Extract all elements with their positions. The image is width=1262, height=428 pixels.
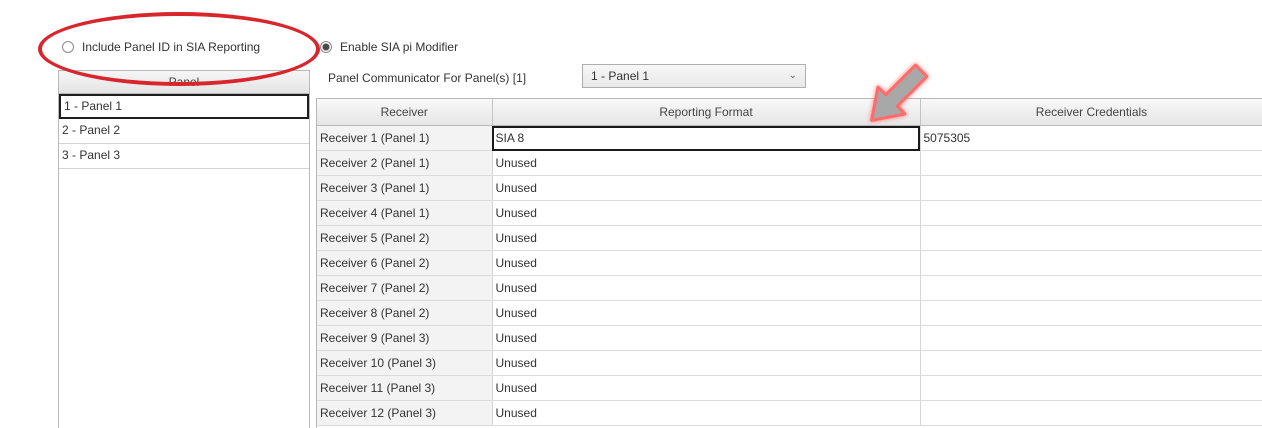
receiver-credentials-cell[interactable] (920, 200, 1262, 226)
receiver-credentials-cell[interactable] (920, 225, 1262, 251)
receiver-credentials-cell[interactable] (920, 175, 1262, 201)
reporting-format-cell[interactable]: Unused (492, 175, 921, 201)
reporting-format-cell[interactable]: Unused (492, 200, 921, 226)
receiver-cell: Receiver 2 (Panel 1) (317, 150, 493, 176)
table-row[interactable]: Receiver 7 (Panel 2) Unused (317, 275, 1262, 301)
reporting-format-cell[interactable]: Unused (492, 400, 921, 426)
enable-sia-modifier-label: Enable SIA pi Modifier (340, 40, 459, 54)
receiver-credentials-cell[interactable] (920, 350, 1262, 376)
table-row[interactable]: Receiver 6 (Panel 2) Unused (317, 250, 1262, 276)
receiver-credentials-cell[interactable] (920, 325, 1262, 351)
reporting-format-cell[interactable]: Unused (492, 250, 921, 276)
receiver-cell: Receiver 1 (Panel 1) (317, 125, 493, 151)
receiver-cell: Receiver 10 (Panel 3) (317, 350, 493, 376)
chevron-down-icon: ⌄ (788, 70, 797, 81)
receiver-cell: Receiver 7 (Panel 2) (317, 275, 493, 301)
reporting-format-cell[interactable]: Unused (492, 150, 921, 176)
table-row[interactable]: Receiver 12 (Panel 3) Unused (317, 400, 1262, 426)
receiver-credentials-cell[interactable] (920, 375, 1262, 401)
panel-list: Panel 1 - Panel 1 2 - Panel 2 3 - Panel … (58, 70, 310, 428)
receiver-cell: Receiver 6 (Panel 2) (317, 250, 493, 276)
table-row[interactable]: Receiver 10 (Panel 3) Unused (317, 350, 1262, 376)
receiver-cell: Receiver 4 (Panel 1) (317, 200, 493, 226)
receiver-cell: Receiver 11 (Panel 3) (317, 375, 493, 401)
reporting-format-cell[interactable]: Unused (492, 350, 921, 376)
receiver-credentials-column-header[interactable]: Receiver Credentials (920, 99, 1262, 126)
receiver-credentials-cell[interactable] (920, 275, 1262, 301)
reporting-format-cell[interactable]: Unused (492, 325, 921, 351)
receiver-column-header[interactable]: Receiver (317, 99, 493, 126)
receiver-cell: Receiver 12 (Panel 3) (317, 400, 493, 426)
receiver-cell: Receiver 3 (Panel 1) (317, 175, 493, 201)
receiver-cell: Receiver 5 (Panel 2) (317, 225, 493, 251)
table-row[interactable]: Receiver 1 (Panel 1) SIA 8 5075305 (317, 125, 1262, 151)
panel-list-item[interactable]: 3 - Panel 3 (59, 144, 309, 169)
receiver-credentials-cell[interactable] (920, 400, 1262, 426)
arrow-pointer-icon (870, 63, 929, 122)
highlight-ellipse (38, 12, 320, 86)
receiver-cell: Receiver 8 (Panel 2) (317, 300, 493, 326)
table-row[interactable]: Receiver 8 (Panel 2) Unused (317, 300, 1262, 326)
panel-list-item[interactable]: 1 - Panel 1 (59, 94, 309, 119)
table-row[interactable]: Receiver 2 (Panel 1) Unused (317, 150, 1262, 176)
receiver-grid: Receiver Reporting Format Receiver Crede… (316, 98, 1262, 428)
receiver-credentials-cell[interactable] (920, 150, 1262, 176)
receiver-credentials-cell[interactable] (920, 250, 1262, 276)
receiver-credentials-cell[interactable]: 5075305 (920, 125, 1262, 151)
receiver-credentials-cell[interactable] (920, 300, 1262, 326)
panel-list-item[interactable]: 2 - Panel 2 (59, 119, 309, 144)
panel-communicator-select[interactable]: 1 - Panel 1 ⌄ (582, 64, 806, 88)
table-row[interactable]: Receiver 3 (Panel 1) Unused (317, 175, 1262, 201)
panel-communicator-label: Panel Communicator For Panel(s) [1] (328, 71, 527, 85)
table-row[interactable]: Receiver 11 (Panel 3) Unused (317, 375, 1262, 401)
enable-sia-modifier-radio[interactable] (320, 41, 332, 53)
reporting-format-cell[interactable]: Unused (492, 375, 921, 401)
reporting-format-cell[interactable]: Unused (492, 275, 921, 301)
table-row[interactable]: Receiver 5 (Panel 2) Unused (317, 225, 1262, 251)
reporting-format-cell[interactable]: Unused (492, 225, 921, 251)
panel-communicator-value: 1 - Panel 1 (591, 69, 650, 83)
table-row[interactable]: Receiver 9 (Panel 3) Unused (317, 325, 1262, 351)
table-row[interactable]: Receiver 4 (Panel 1) Unused (317, 200, 1262, 226)
receiver-cell: Receiver 9 (Panel 3) (317, 325, 493, 351)
reporting-format-cell[interactable]: Unused (492, 300, 921, 326)
